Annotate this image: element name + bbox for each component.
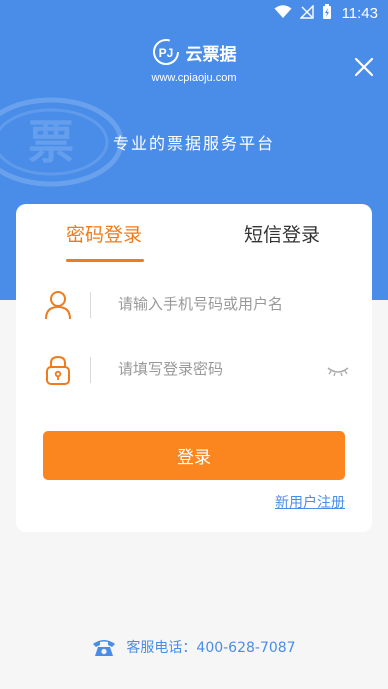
signal-icon: [300, 5, 314, 19]
login-button[interactable]: 登录: [43, 431, 345, 480]
field-divider: [90, 292, 91, 318]
password-input[interactable]: [118, 355, 318, 383]
active-tab-indicator: [66, 259, 144, 262]
field-divider: [90, 357, 91, 383]
status-time: 11:43: [341, 5, 378, 22]
brand-name: 云票据: [185, 44, 237, 65]
brand-logo: PJ 云票据: [0, 38, 388, 66]
user-icon: [45, 291, 71, 320]
close-icon[interactable]: [354, 57, 374, 77]
service-phone-text: 客服电话：400-628-7087: [126, 640, 296, 656]
tab-sms-login[interactable]: 短信登录: [244, 220, 320, 247]
svg-text:PJ: PJ: [158, 46, 173, 60]
phone-icon: [93, 640, 116, 656]
username-field: [40, 284, 350, 326]
register-link[interactable]: 新用户注册: [275, 492, 345, 512]
status-bar: 11:43: [0, 0, 388, 28]
battery-icon: [323, 4, 331, 19]
tab-password-login[interactable]: 密码登录: [66, 220, 142, 247]
customer-service[interactable]: 客服电话：400-628-7087: [0, 637, 388, 657]
username-input[interactable]: [118, 290, 318, 318]
slogan: 专业的票据服务平台: [112, 134, 275, 153]
logo-icon: PJ: [152, 39, 179, 65]
eye-closed-icon[interactable]: [326, 360, 350, 380]
brand-url: www.cpiaoju.com: [151, 72, 237, 84]
wifi-icon: [274, 5, 292, 18]
password-field: [40, 349, 350, 391]
status-icons: [274, 4, 332, 20]
login-card: 密码登录 短信登录 登录 新用户注册: [16, 204, 372, 532]
lock-icon: [46, 355, 70, 385]
